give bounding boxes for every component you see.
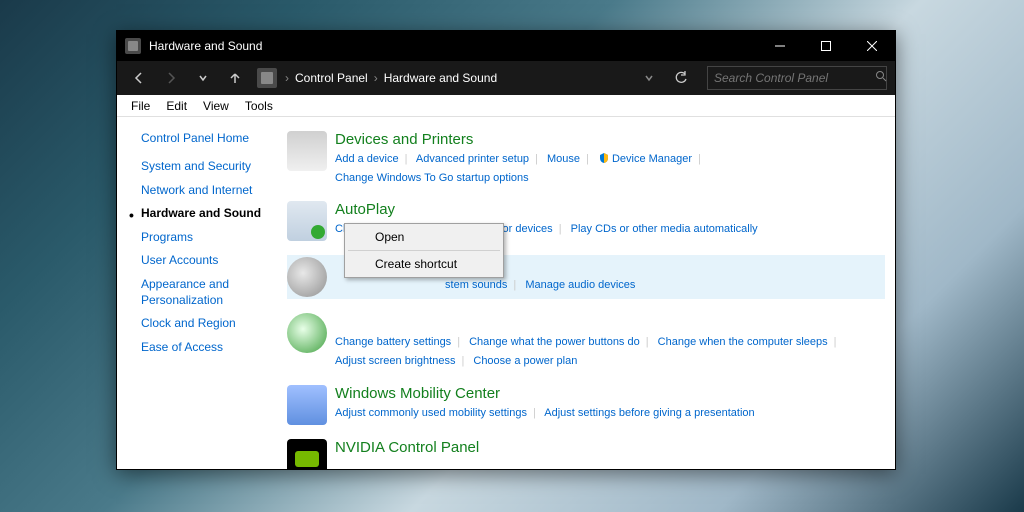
up-button[interactable] — [221, 64, 249, 92]
sidebar-item-network-internet[interactable]: Network and Internet — [141, 183, 287, 199]
close-button[interactable] — [849, 31, 895, 61]
link-screen-brightness[interactable]: Adjust screen brightness — [335, 355, 455, 367]
window-controls — [757, 31, 895, 61]
mobility-center-icon — [287, 385, 327, 425]
chevron-right-icon: › — [374, 71, 378, 85]
context-menu: Open Create shortcut — [344, 223, 504, 278]
context-create-shortcut[interactable]: Create shortcut — [347, 253, 501, 275]
main-panel: Devices and Printers Add a device| Advan… — [287, 117, 895, 469]
back-button[interactable] — [125, 64, 153, 92]
breadcrumb-dropdown[interactable] — [635, 64, 663, 92]
app-icon — [125, 38, 141, 54]
link-manage-audio[interactable]: Manage audio devices — [525, 279, 635, 291]
category-mobility-center: Windows Mobility Center Adjust commonly … — [287, 385, 885, 425]
sidebar-item-appearance[interactable]: Appearance and Personalization — [141, 277, 287, 308]
category-title[interactable]: AutoPlay — [335, 201, 885, 218]
link-power-buttons[interactable]: Change what the power buttons do — [469, 336, 640, 348]
link-mouse[interactable]: Mouse — [547, 153, 580, 165]
menu-edit[interactable]: Edit — [158, 97, 195, 115]
power-options-icon — [287, 313, 327, 353]
recent-locations-button[interactable] — [189, 64, 217, 92]
menubar: File Edit View Tools — [117, 95, 895, 117]
sidebar-item-ease-access[interactable]: Ease of Access — [141, 340, 287, 356]
forward-button[interactable] — [157, 64, 185, 92]
category-title[interactable]: Devices and Printers — [335, 131, 885, 148]
refresh-button[interactable] — [667, 64, 695, 92]
control-panel-window: Hardware and Sound › Con — [116, 30, 896, 470]
link-system-sounds[interactable]: stem sounds — [445, 279, 507, 291]
category-nvidia: NVIDIA Control Panel — [287, 439, 885, 469]
category-power-options: Power Options Change battery settings| C… — [287, 313, 885, 370]
menu-tools[interactable]: Tools — [237, 97, 281, 115]
breadcrumb[interactable]: › Control Panel › Hardware and Sound — [285, 71, 631, 85]
titlebar: Hardware and Sound — [117, 31, 895, 61]
category-title[interactable]: Windows Mobility Center — [335, 385, 885, 402]
breadcrumb-current[interactable]: Hardware and Sound — [384, 71, 497, 85]
devices-printers-icon — [287, 131, 327, 171]
sidebar: Control Panel Home System and Security N… — [117, 117, 287, 469]
nvidia-icon — [287, 439, 327, 469]
link-play-cds[interactable]: Play CDs or other media automatically — [571, 223, 758, 235]
menu-view[interactable]: View — [195, 97, 237, 115]
link-presentation-settings[interactable]: Adjust settings before giving a presenta… — [544, 407, 754, 419]
sidebar-item-system-security[interactable]: System and Security — [141, 159, 287, 175]
category-devices-printers: Devices and Printers Add a device| Advan… — [287, 131, 885, 187]
address-icon[interactable] — [257, 68, 277, 88]
sidebar-home[interactable]: Control Panel Home — [141, 131, 287, 145]
maximize-button[interactable] — [803, 31, 849, 61]
sidebar-item-clock-region[interactable]: Clock and Region — [141, 316, 287, 332]
window-title: Hardware and Sound — [149, 39, 757, 53]
navbar: › Control Panel › Hardware and Sound — [117, 61, 895, 95]
sidebar-item-user-accounts[interactable]: User Accounts — [141, 253, 287, 269]
link-mobility-settings[interactable]: Adjust commonly used mobility settings — [335, 407, 527, 419]
link-battery-settings[interactable]: Change battery settings — [335, 336, 451, 348]
link-choose-power-plan[interactable]: Choose a power plan — [473, 355, 577, 367]
link-advanced-printer[interactable]: Advanced printer setup — [416, 153, 529, 165]
link-add-device[interactable]: Add a device — [335, 153, 399, 165]
minimize-button[interactable] — [757, 31, 803, 61]
content-area: Control Panel Home System and Security N… — [117, 117, 895, 469]
menu-file[interactable]: File — [123, 97, 158, 115]
sound-icon — [287, 257, 327, 297]
sidebar-item-hardware-sound[interactable]: Hardware and Sound — [141, 206, 287, 222]
autoplay-icon — [287, 201, 327, 241]
sidebar-item-programs[interactable]: Programs — [141, 230, 287, 246]
shield-icon — [598, 152, 610, 164]
search-input[interactable] — [714, 71, 871, 85]
chevron-right-icon: › — [285, 71, 289, 85]
context-divider — [348, 250, 500, 251]
context-open[interactable]: Open — [347, 226, 501, 248]
breadcrumb-root[interactable]: Control Panel — [295, 71, 368, 85]
link-device-manager[interactable]: Device Manager — [612, 153, 692, 165]
link-windows-to-go[interactable]: Change Windows To Go startup options — [335, 172, 529, 184]
link-computer-sleeps[interactable]: Change when the computer sleeps — [658, 336, 828, 348]
search-icon[interactable] — [875, 69, 887, 87]
search-box[interactable] — [707, 66, 887, 90]
category-title[interactable]: NVIDIA Control Panel — [335, 439, 885, 456]
